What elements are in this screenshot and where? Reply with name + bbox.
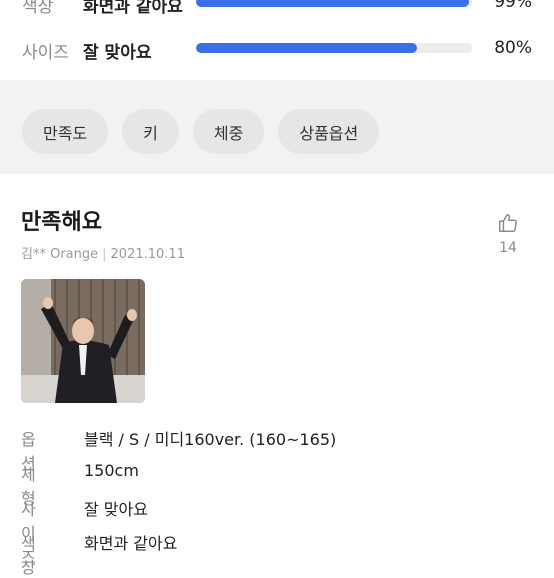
detail-value: 150cm [84, 461, 139, 480]
filter-chip-weight[interactable]: 체중 [192, 109, 265, 154]
review-photo-image [21, 279, 145, 403]
detail-value: 잘 맞아요 [84, 500, 148, 519]
rating-row-size: 사이즈 잘 맞아요 80% [0, 32, 554, 68]
review-title: 만족해요 [21, 210, 102, 235]
rating-bar [196, 0, 472, 7]
review-meta: 김** Orange | 2021.10.11 [21, 243, 185, 262]
review-author: 김** Orange [21, 247, 99, 262]
meta-separator: | [102, 247, 107, 262]
detail-value: 화면과 같아요 [84, 534, 178, 553]
thumbs-up-icon [499, 214, 517, 232]
rating-bar [196, 43, 472, 53]
filter-chip-option[interactable]: 상품옵션 [278, 109, 380, 154]
rating-bar-fill [196, 0, 470, 7]
rating-percent: 99% [494, 0, 532, 12]
rating-value: 화면과 같아요 [83, 0, 183, 17]
rating-label: 사이즈 [22, 43, 69, 63]
filter-chip-satisfaction[interactable]: 만족도 [22, 109, 109, 154]
rating-percent: 80% [494, 38, 532, 58]
filter-chip-height[interactable]: 키 [122, 109, 179, 154]
rating-value: 잘 맞아요 [83, 43, 152, 63]
like-count: 14 [499, 240, 517, 256]
review-photo[interactable] [21, 279, 145, 403]
rating-bar-fill [196, 43, 417, 53]
filter-chips: 만족도 키 체중 상품옵션 [22, 109, 380, 154]
rating-row-color: 색상 화면과 같아요 99% [0, 0, 554, 22]
detail-label: 색상 [21, 534, 36, 577]
like-button[interactable]: 14 [490, 212, 526, 256]
detail-value: 블랙 / S / 미디160ver. (160~165) [84, 430, 337, 449]
review-date: 2021.10.11 [110, 247, 185, 262]
rating-label: 색상 [22, 0, 54, 17]
